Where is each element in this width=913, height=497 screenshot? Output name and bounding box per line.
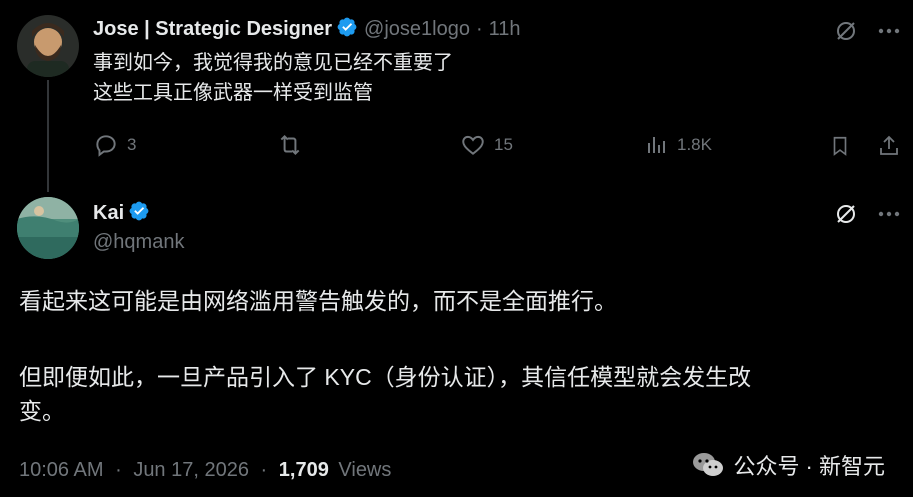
post2-paragraph-1: 看起来这可能是由网络滥用警告触发的，而不是全面推行。 [19,288,617,314]
like-icon [460,132,486,158]
post2-paragraph-2: 但即便如此，一旦产品引入了 KYC（身份认证），其信任模型就会发生改 变。 [19,360,899,428]
post1-header: Jose | Strategic Designer @jose1logo · 1… [93,16,521,43]
thread-connector [47,80,49,192]
repost-button[interactable] [275,132,305,158]
like-count: 15 [494,135,513,154]
verified-icon [128,200,150,227]
grok-icon[interactable] [833,18,859,44]
views-count: 1.8K [677,135,712,154]
views-button[interactable]: 1.8K [645,132,712,158]
separator: · [475,18,483,40]
post1-text: 事到如今，我觉得我的意见已经不重要了 这些工具正像武器一样受到监管 [93,48,453,108]
post-time[interactable]: 11h [489,18,521,41]
post-time[interactable]: 10:06 AM [19,459,104,481]
views-label: Views [338,459,392,481]
wechat-icon [691,451,725,479]
post1-line-1: 事到如今，我觉得我的意见已经不重要了 [93,52,453,74]
author-name[interactable]: Jose | Strategic Designer [93,18,332,41]
separator: · [260,459,268,481]
bookmark-icon[interactable] [827,132,853,160]
reply-icon [93,132,119,158]
like-button[interactable]: 15 [460,132,513,158]
post-meta: 10:06 AM · Jun 17, 2026 · 1,709 Views [19,459,391,482]
views-count: 1,709 [278,459,329,481]
repost-icon [275,132,305,158]
post2-paragraph-2-line-2: 变。 [19,398,65,424]
reply-count: 3 [127,135,137,154]
reply-button[interactable]: 3 [93,132,136,158]
watermark-text: 公众号 · 新智元 [733,454,885,479]
separator: · [115,459,122,481]
post1-line-2: 这些工具正像武器一样受到监管 [93,82,373,104]
more-icon[interactable] [876,201,902,227]
author-handle[interactable]: @jose1logo [364,18,470,41]
author-handle[interactable]: @hqmank [93,231,184,254]
watermark: 公众号 · 新智元 [691,449,885,481]
verified-icon [336,16,358,43]
more-icon[interactable] [876,18,902,44]
views-icon [645,132,669,158]
grok-icon[interactable] [833,201,859,227]
post2-header: Kai [93,200,150,227]
avatar-jose[interactable] [17,15,79,77]
post-date[interactable]: Jun 17, 2026 [133,459,249,481]
share-icon[interactable] [876,132,902,160]
post2-paragraph-2-line-1: 但即便如此，一旦产品引入了 KYC（身份认证），其信任模型就会发生改 [19,364,752,390]
author-name[interactable]: Kai [93,202,124,225]
avatar-kai[interactable] [17,197,79,259]
